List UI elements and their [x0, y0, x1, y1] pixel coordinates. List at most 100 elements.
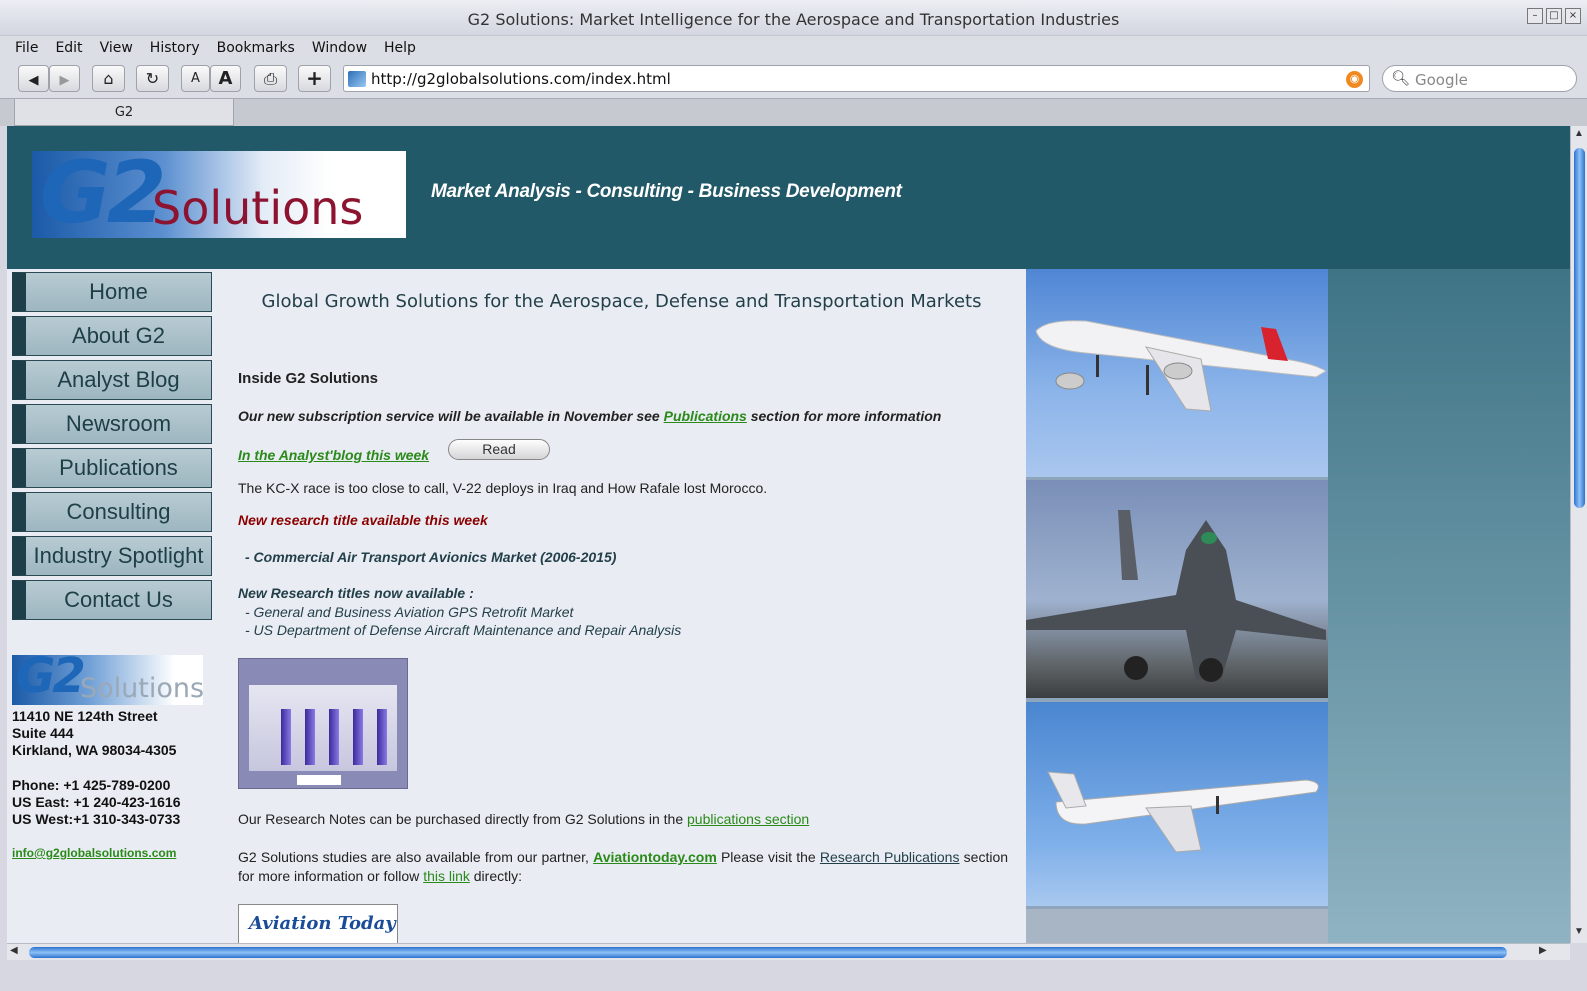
subscription-notice: Our new subscription service will be ava…: [238, 408, 941, 424]
purchase-note: Our Research Notes can be purchased dire…: [238, 811, 809, 827]
page-headline: Global Growth Solutions for the Aerospac…: [261, 291, 982, 312]
print-button[interactable]: ⎙: [254, 65, 287, 92]
inside-title: Inside G2 Solutions: [238, 370, 379, 387]
contact-logo-g2: G2: [16, 655, 86, 704]
search-field[interactable]: 🔍︎ Google: [1382, 65, 1577, 92]
scroll-left-icon[interactable]: ◀: [10, 945, 18, 956]
scroll-up-icon[interactable]: ▲: [1574, 128, 1584, 139]
analyst-blog-link[interactable]: In the Analyst'blog this week: [238, 447, 429, 463]
aviationtoday-link[interactable]: Aviationtoday.com: [593, 849, 717, 865]
nav-newsroom[interactable]: Newsroom: [12, 404, 212, 444]
text-smaller-button[interactable]: A: [181, 65, 210, 92]
back-icon: ◀: [28, 73, 39, 88]
research-title-item: - US Department of Defense Aircraft Main…: [245, 622, 682, 638]
main-nav: Home About G2 Analyst Blog Newsroom Publ…: [12, 272, 212, 624]
nav-home[interactable]: Home: [12, 272, 212, 312]
scroll-right-icon[interactable]: ▶: [1539, 945, 1547, 956]
research-chart-thumbnail[interactable]: [238, 658, 408, 789]
email-link[interactable]: info@g2globalsolutions.com: [12, 846, 212, 860]
partner-text-pre: G2 Solutions studies are also available …: [238, 849, 594, 865]
address-street: 11410 NE 124th Street: [12, 708, 158, 724]
text-bigger-button[interactable]: A: [210, 65, 241, 92]
forward-button[interactable]: ▶: [49, 65, 80, 92]
chart-thumbnail-logo: [297, 775, 341, 785]
nav-consulting[interactable]: Consulting: [12, 492, 212, 532]
site-favicon-icon: [348, 71, 366, 87]
nav-publications[interactable]: Publications: [12, 448, 212, 488]
back-button[interactable]: ◀: [18, 65, 49, 92]
chart-thumbnail-bar: [281, 709, 291, 765]
airliner-photo: [1026, 269, 1328, 477]
page-right-margin: [1328, 269, 1570, 943]
phone-main: Phone: +1 425-789-0200: [12, 777, 171, 793]
nav-contact-us[interactable]: Contact Us: [12, 580, 212, 620]
horizontal-scroll-thumb[interactable]: [29, 947, 1507, 958]
header-tagline: Market Analysis - Consulting - Business …: [431, 181, 902, 202]
menu-edit[interactable]: Edit: [55, 40, 82, 56]
address-city: Kirkland, WA 98034-4305: [12, 742, 177, 758]
subscription-text-post: section for more information: [746, 408, 942, 424]
vertical-scrollbar[interactable]: ▲ ▼: [1570, 126, 1587, 943]
address-bar[interactable]: http://g2globalsolutions.com/index.html …: [343, 65, 1370, 92]
research-title-item: - General and Business Aviation GPS Retr…: [245, 604, 574, 620]
plus-icon: +: [306, 66, 323, 90]
nav-industry-spotlight[interactable]: Industry Spotlight: [12, 536, 212, 576]
close-icon[interactable]: ×: [1565, 8, 1581, 24]
new-research-title: - Commercial Air Transport Avionics Mark…: [245, 549, 617, 565]
maximize-icon[interactable]: □: [1546, 8, 1562, 24]
menu-bookmarks[interactable]: Bookmarks: [217, 40, 295, 56]
menu-history[interactable]: History: [150, 40, 200, 56]
minimize-icon[interactable]: –: [1527, 8, 1543, 24]
logo-g2-text: G2: [40, 151, 166, 238]
add-bookmark-button[interactable]: +: [298, 65, 331, 92]
tab-g2[interactable]: G2: [14, 99, 234, 126]
reload-button[interactable]: ↻: [136, 65, 169, 92]
photo-strip-bottom: [1026, 909, 1328, 943]
contact-info: G2 Solutions 11410 NE 124th Street Suite…: [12, 655, 212, 860]
publications-section-link[interactable]: publications section: [687, 811, 809, 827]
read-button[interactable]: Read: [448, 439, 550, 460]
chart-thumbnail-plot: [249, 685, 397, 771]
logo-solutions-text: Solutions: [152, 181, 364, 235]
window-controls: – □ ×: [1527, 8, 1581, 24]
nav-about-g2[interactable]: About G2: [12, 316, 212, 356]
forward-icon: ▶: [59, 73, 70, 88]
purchase-text: Our Research Notes can be purchased dire…: [238, 811, 687, 827]
menu-help[interactable]: Help: [384, 40, 416, 56]
home-button[interactable]: ⌂: [92, 65, 125, 92]
partner-text-post2: directly:: [469, 868, 522, 884]
url-text[interactable]: http://g2globalsolutions.com/index.html: [371, 70, 671, 88]
rss-feed-icon[interactable]: ◉: [1346, 71, 1363, 88]
airliner-illustration: [1035, 320, 1327, 412]
window-titlebar: G2 Solutions: Market Intelligence for th…: [0, 0, 1587, 36]
nav-analyst-blog[interactable]: Analyst Blog: [12, 360, 212, 400]
subscription-text-pre: Our new subscription service will be ava…: [238, 408, 664, 424]
business-jet-illustration: [1047, 771, 1319, 853]
phone-us-west: US West:+1 310-343-0733: [12, 811, 181, 827]
publications-link[interactable]: Publications: [664, 408, 747, 424]
research-publications-link[interactable]: Research Publications: [820, 849, 960, 865]
vertical-scroll-thumb[interactable]: [1574, 148, 1585, 508]
new-research-heading: New research title available this week: [238, 512, 488, 528]
tab-strip: G2: [0, 98, 1587, 126]
search-icon[interactable]: 🔍︎: [1391, 69, 1410, 87]
chart-thumbnail-bar: [353, 709, 363, 765]
partner-text-mid: Please visit the: [716, 849, 820, 865]
menu-view[interactable]: View: [100, 40, 133, 56]
address-suite: Suite 444: [12, 725, 74, 741]
menu-file[interactable]: File: [15, 40, 38, 56]
phone-us-east: US East: +1 240-423-1616: [12, 794, 181, 810]
g2-solutions-logo[interactable]: G2 Solutions: [32, 151, 406, 238]
photo-column: [1026, 269, 1328, 943]
contact-logo-solutions: Solutions: [80, 673, 203, 704]
status-bar: [0, 960, 1587, 991]
chart-thumbnail-bar: [305, 709, 315, 765]
home-icon: ⌂: [103, 69, 114, 88]
this-link[interactable]: this link: [423, 868, 470, 884]
aviation-today-logo[interactable]: Aviation Today: [238, 904, 398, 943]
browser-toolbar: ◀ ▶ ⌂ ↻ A A ⎙ + http://g2globalsolutions…: [0, 60, 1587, 98]
menu-window[interactable]: Window: [312, 40, 367, 56]
scroll-down-icon[interactable]: ▼: [1574, 926, 1584, 937]
horizontal-scrollbar[interactable]: ◀ ▶: [7, 943, 1570, 960]
reload-icon: ↻: [145, 69, 160, 88]
